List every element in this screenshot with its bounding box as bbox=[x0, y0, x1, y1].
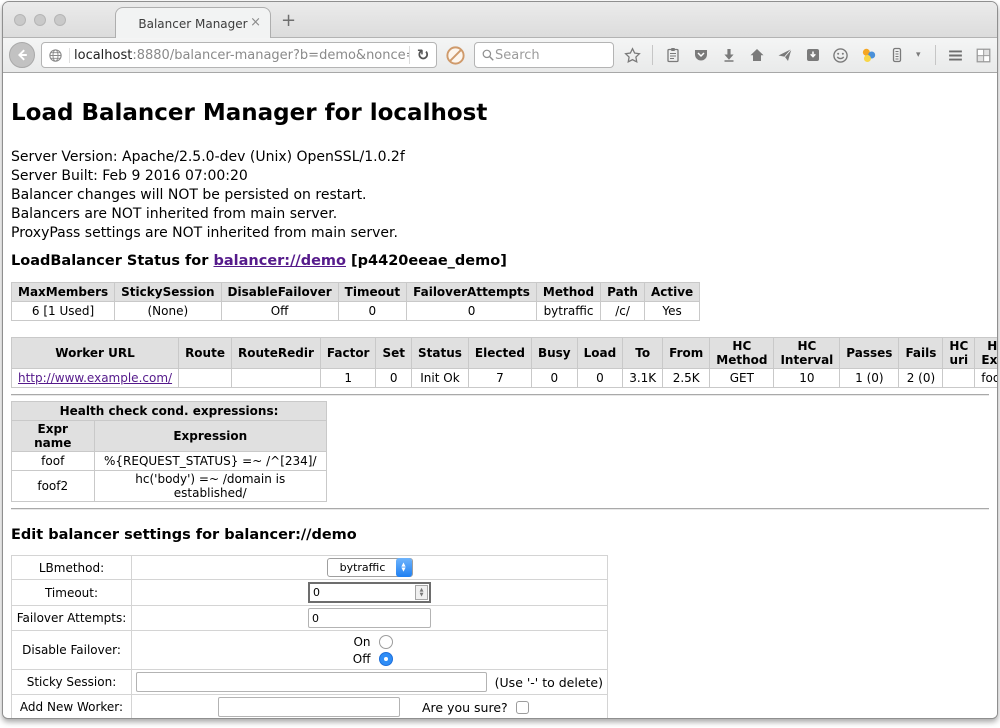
reload-icon[interactable]: ↻ bbox=[410, 46, 436, 64]
radio-off-label: Off bbox=[347, 652, 371, 666]
sticky-session-hint: (Use '-' to delete) bbox=[495, 675, 603, 690]
url-domain: localhost bbox=[74, 48, 132, 63]
lbmethod-select[interactable]: bytraffic ▲▼ bbox=[327, 558, 413, 577]
inherit-warning-line: Balancers are NOT inherited from main se… bbox=[11, 205, 989, 224]
persist-warning-line: Balancer changes will NOT be persisted o… bbox=[11, 186, 989, 205]
save-to-device-icon[interactable] bbox=[804, 47, 821, 64]
screenshot: Balancer Manager × + localhost:8880/bala… bbox=[0, 0, 1000, 728]
url-path: :8880/balancer-manager?b=demo&nonce=decc… bbox=[132, 48, 409, 63]
worker-header-row: Worker URL Route RouteRedir Factor Set S… bbox=[12, 338, 998, 369]
disable-failover-on-radio[interactable] bbox=[379, 635, 393, 649]
zoom-window-button[interactable] bbox=[54, 14, 66, 26]
tab-close-icon[interactable]: × bbox=[250, 15, 261, 31]
tab-groups-icon[interactable] bbox=[975, 47, 992, 64]
search-input[interactable] bbox=[495, 48, 595, 63]
page-content: Load Balancer Manager for localhost Serv… bbox=[3, 73, 997, 718]
clipboard-icon[interactable] bbox=[664, 47, 681, 64]
edit-settings-heading: Edit balancer settings for balancer://de… bbox=[11, 527, 989, 543]
timeout-label: Timeout: bbox=[12, 580, 132, 606]
url-bar[interactable]: localhost:8880/balancer-manager?b=demo&n… bbox=[41, 42, 437, 68]
balancer-settings-form: LBmethod: bytraffic ▲▼ Timeout: ▲▼ bbox=[11, 555, 608, 718]
close-window-button[interactable] bbox=[14, 14, 26, 26]
worker-table: Worker URL Route RouteRedir Factor Set S… bbox=[11, 337, 997, 388]
tab-title: Balancer Manager bbox=[138, 17, 247, 31]
page-title: Load Balancer Manager for localhost bbox=[11, 73, 989, 126]
sticky-session-input[interactable] bbox=[136, 672, 487, 692]
worker-data-row: http://www.example.com/ 1 0 Init Ok 7 0 … bbox=[12, 369, 998, 388]
search-icon bbox=[481, 48, 495, 62]
health-table-title: Health check cond. expressions: bbox=[12, 402, 327, 421]
divider bbox=[11, 394, 989, 396]
failover-attempts-label: Failover Attempts: bbox=[12, 606, 132, 631]
back-arrow-icon bbox=[15, 48, 29, 62]
feedback-smiley-icon[interactable] bbox=[832, 47, 849, 64]
add-new-worker-label: Add New Worker: bbox=[12, 695, 132, 719]
balancer-demo-link[interactable]: balancer://demo bbox=[213, 253, 346, 269]
tab-balancer-manager[interactable]: Balancer Manager × bbox=[115, 7, 271, 39]
chevron-down-icon[interactable]: ▾ bbox=[916, 50, 924, 60]
downloads-icon[interactable] bbox=[720, 47, 737, 64]
pocket-icon[interactable] bbox=[692, 47, 709, 64]
divider bbox=[11, 508, 989, 510]
menu-hamburger-icon[interactable] bbox=[947, 47, 964, 64]
disable-failover-off-radio[interactable] bbox=[379, 652, 393, 666]
health-row-foof2: foof2 hc('body') =~ /domain is establish… bbox=[12, 471, 327, 502]
lbmethod-label: LBmethod: bbox=[12, 556, 132, 580]
content-blocker-icon[interactable] bbox=[445, 45, 466, 66]
back-button[interactable] bbox=[9, 42, 35, 68]
proxypass-warning-line: ProxyPass settings are NOT inherited fro… bbox=[11, 224, 989, 243]
select-stepper-icon: ▲▼ bbox=[396, 558, 412, 577]
sticky-session-label: Sticky Session: bbox=[12, 670, 132, 695]
minimize-window-button[interactable] bbox=[34, 14, 46, 26]
server-version-line: Server Version: Apache/2.5.0-dev (Unix) … bbox=[11, 148, 989, 167]
color-palette-icon[interactable] bbox=[860, 47, 877, 64]
balancer-header-row: MaxMembers StickySession DisableFailover… bbox=[12, 283, 700, 302]
send-icon[interactable] bbox=[776, 47, 793, 64]
server-info: Server Version: Apache/2.5.0-dev (Unix) … bbox=[11, 148, 989, 243]
failover-attempts-input[interactable] bbox=[308, 608, 431, 628]
worker-url-link[interactable]: http://www.example.com/ bbox=[18, 371, 172, 385]
timeout-input[interactable] bbox=[310, 586, 410, 599]
titlebar: Balancer Manager × + bbox=[3, 2, 997, 38]
notes-list-icon[interactable] bbox=[888, 47, 905, 64]
health-row-foof: foof %{REQUEST_STATUS} =~ /^[234]/ bbox=[12, 452, 327, 471]
new-tab-button[interactable]: + bbox=[281, 10, 296, 31]
radio-on-label: On bbox=[347, 635, 371, 649]
disable-failover-label: Disable Failover: bbox=[12, 631, 132, 670]
search-bar[interactable] bbox=[474, 42, 614, 68]
are-you-sure-checkbox[interactable] bbox=[516, 701, 529, 714]
balancer-status-table: MaxMembers StickySession DisableFailover… bbox=[11, 282, 700, 321]
loadbalancer-status-heading: LoadBalancer Status for balancer://demo … bbox=[11, 253, 989, 269]
url-text[interactable]: localhost:8880/balancer-manager?b=demo&n… bbox=[70, 48, 409, 63]
bookmark-star-icon[interactable] bbox=[624, 47, 641, 64]
number-spinner-icon[interactable]: ▲▼ bbox=[415, 585, 428, 600]
toolbar-icons: ▾ bbox=[624, 45, 992, 65]
balancer-data-row: 6 [1 Used] (None) Off 0 0 bytraffic /c/ … bbox=[12, 302, 700, 321]
home-icon[interactable] bbox=[748, 47, 765, 64]
navigation-toolbar: localhost:8880/balancer-manager?b=demo&n… bbox=[3, 38, 997, 73]
globe-icon bbox=[42, 48, 70, 63]
timeout-input-wrap: ▲▼ bbox=[308, 582, 431, 603]
browser-window: Balancer Manager × + localhost:8880/bala… bbox=[2, 1, 998, 719]
health-check-table: Health check cond. expressions: Expr nam… bbox=[11, 401, 327, 502]
are-you-sure-label: Are you sure? bbox=[422, 700, 508, 715]
server-built-line: Server Built: Feb 9 2016 07:00:20 bbox=[11, 167, 989, 186]
add-new-worker-input[interactable] bbox=[218, 697, 400, 717]
